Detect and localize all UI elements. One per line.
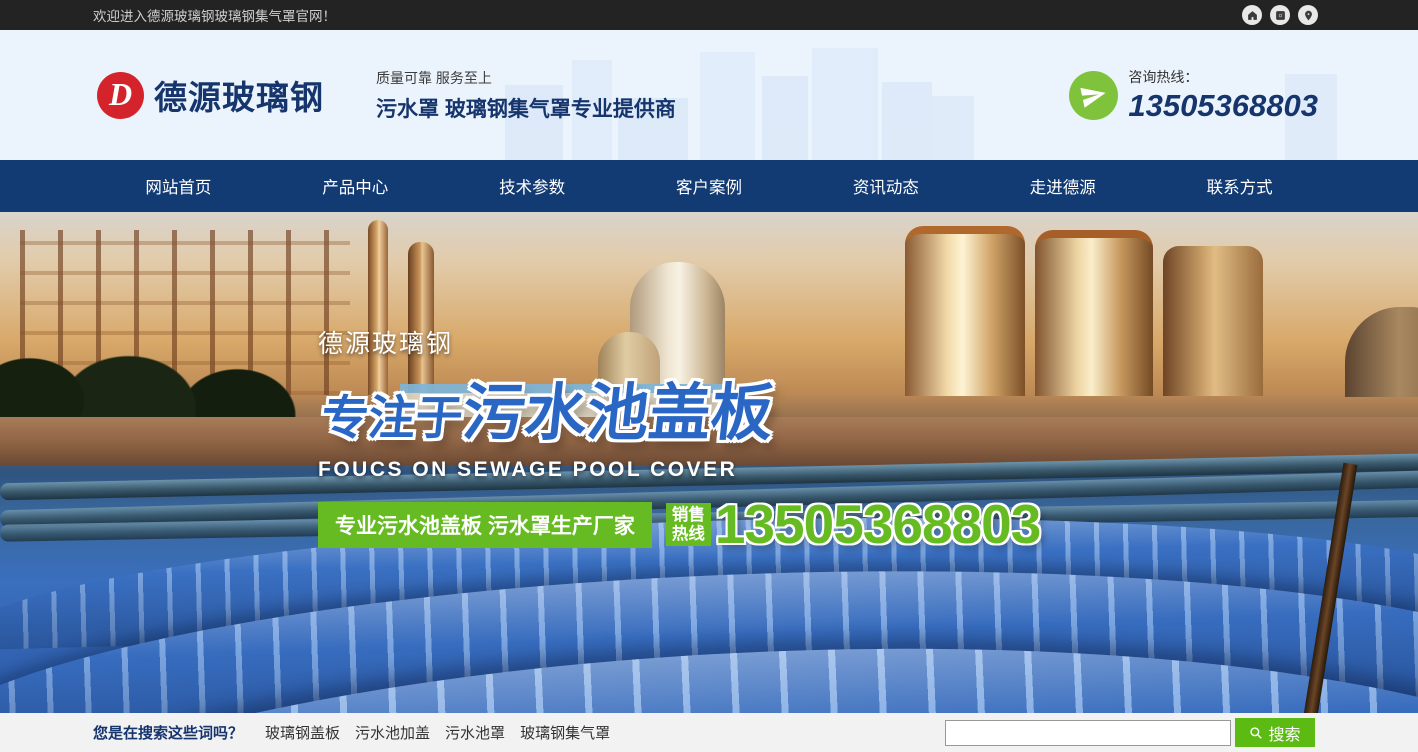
site-header: D 德源玻璃钢 质量可靠 服务至上 污水罩 玻璃钢集气罩专业提供商 咨询热线： … [0, 30, 1418, 160]
sales-tag-line1: 销售 [672, 506, 705, 525]
search-question-label: 您是在搜索这些词吗？ [93, 722, 243, 743]
keyword-link-chizhao[interactable]: 污水池罩 [445, 722, 505, 743]
sales-phone-number: 13505368803 [715, 497, 1040, 552]
home-icon[interactable] [1242, 5, 1262, 25]
hero-title-prefix: 专注于 [319, 391, 466, 444]
search-button[interactable]: 搜索 [1235, 718, 1315, 747]
hero-brand-text: 德源玻璃钢 [318, 324, 1040, 360]
nav-item-home[interactable]: 网站首页 [90, 160, 267, 212]
hero-banner: 德源玻璃钢 专注于污水池盖板 FOUCS ON SEWAGE POOL COVE… [0, 212, 1418, 713]
hero-silo-decoration [1163, 246, 1263, 396]
logo-text: 德源玻璃钢 [154, 71, 324, 119]
sales-tag-line2: 热线 [672, 525, 705, 544]
hotline-number: 13505368803 [1128, 88, 1318, 124]
instagram-icon[interactable] [1270, 5, 1290, 25]
hero-text-block: 德源玻璃钢 专注于污水池盖板 FOUCS ON SEWAGE POOL COVE… [318, 324, 1040, 552]
sales-hotline-tag: 销售 热线 [666, 503, 711, 547]
hero-title-main: 污水池盖板 [459, 379, 776, 448]
nav-item-about[interactable]: 走进德源 [974, 160, 1151, 212]
welcome-text: 欢迎进入德源玻璃钢玻璃钢集气罩官网！ [93, 5, 336, 25]
header-hotline: 咨询热线： 13505368803 [1069, 67, 1318, 124]
hotline-text: 咨询热线： 13505368803 [1128, 67, 1318, 124]
main-nav: 网站首页 产品中心 技术参数 客户案例 资讯动态 走进德源 联系方式 [0, 160, 1418, 212]
slogan-main: 污水罩 玻璃钢集气罩专业提供商 [376, 93, 676, 123]
nav-item-cases[interactable]: 客户案例 [621, 160, 798, 212]
location-icon[interactable] [1298, 5, 1318, 25]
hero-tagline-button[interactable]: 专业污水池盖板 污水罩生产厂家 [318, 502, 652, 548]
nav-item-products[interactable]: 产品中心 [267, 160, 444, 212]
hotline-label: 咨询热线： [1128, 67, 1318, 87]
search-strip: 您是在搜索这些词吗？ 玻璃钢盖板 污水池加盖 污水池罩 玻璃钢集气罩 搜索 [0, 713, 1418, 752]
nav-item-specs[interactable]: 技术参数 [444, 160, 621, 212]
search-icon [1249, 726, 1263, 740]
top-bar: 欢迎进入德源玻璃钢玻璃钢集气罩官网！ [0, 0, 1418, 30]
hero-subtitle-en: FOUCS ON SEWAGE POOL COVER [318, 458, 1040, 482]
nav-item-news[interactable]: 资讯动态 [797, 160, 974, 212]
slogan-small: 质量可靠 服务至上 [376, 68, 676, 88]
hero-silo-decoration [1035, 230, 1153, 396]
hero-dome-tank-decoration [1345, 307, 1418, 397]
logo-icon: D [97, 72, 144, 119]
site-logo[interactable]: D 德源玻璃钢 [97, 71, 324, 119]
keyword-link-jiagai[interactable]: 污水池加盖 [355, 722, 430, 743]
keyword-link-jiqizhao[interactable]: 玻璃钢集气罩 [520, 722, 610, 743]
search-input[interactable] [945, 720, 1231, 746]
paper-plane-icon [1069, 71, 1118, 120]
search-box: 搜索 [945, 718, 1315, 747]
nav-item-contact[interactable]: 联系方式 [1151, 160, 1328, 212]
search-button-label: 搜索 [1268, 721, 1300, 745]
hero-cta-row: 专业污水池盖板 污水罩生产厂家 销售 热线 13505368803 [318, 497, 1040, 552]
hero-title: 专注于污水池盖板 [318, 362, 1050, 452]
keyword-link-gaiban[interactable]: 玻璃钢盖板 [265, 722, 340, 743]
header-slogan: 质量可靠 服务至上 污水罩 玻璃钢集气罩专业提供商 [376, 68, 676, 123]
social-icons [1242, 5, 1318, 25]
